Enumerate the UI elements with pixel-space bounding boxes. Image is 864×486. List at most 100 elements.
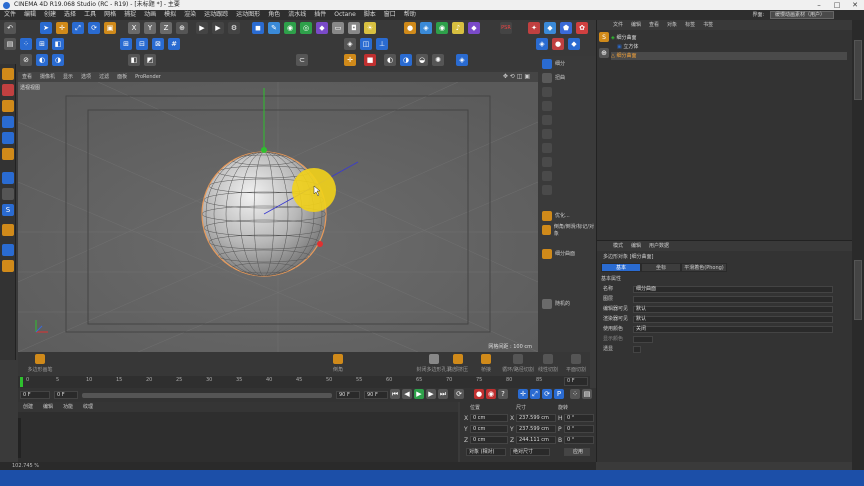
key-position-icon[interactable]: ✛ xyxy=(518,389,528,399)
cube-icon[interactable]: ◼ xyxy=(252,22,264,34)
tool-optimize[interactable]: 优化... xyxy=(542,210,594,221)
timeline-ruler[interactable]: 0 5 10 15 20 25 30 35 40 45 50 55 60 65 … xyxy=(18,376,590,388)
apply-button[interactable]: 应用 xyxy=(564,448,590,456)
layer-field[interactable] xyxy=(633,296,833,303)
deformer-icon[interactable]: ◆ xyxy=(316,22,328,34)
coord-mode-dropdown[interactable]: 对象 (相对) xyxy=(466,448,506,456)
tool-subdivision-surface[interactable]: 细分曲面 xyxy=(542,248,594,259)
plugin-red2-icon[interactable]: ● xyxy=(552,38,564,50)
quantize-icon[interactable] xyxy=(2,244,14,256)
y-axis-icon[interactable]: Y xyxy=(144,22,156,34)
vp-menu-display[interactable]: 显示 xyxy=(59,72,77,82)
goto-end-icon[interactable]: ⏭ xyxy=(438,389,448,399)
rotate-icon[interactable]: ⟳ xyxy=(88,22,100,34)
menu-animate[interactable]: 动画 xyxy=(140,10,160,20)
menu-simulate[interactable]: 模拟 xyxy=(160,10,180,20)
psr-icon[interactable]: PSR xyxy=(500,22,512,34)
close-icon[interactable]: ✕ xyxy=(846,0,864,10)
goto-start-icon[interactable]: ⏮ xyxy=(390,389,400,399)
tool-slot-7[interactable] xyxy=(542,142,594,153)
display-mode-icon[interactable]: ◑ xyxy=(400,54,412,66)
plane-cut-button[interactable]: 平面切割 xyxy=(556,354,596,374)
record-key-icon[interactable]: ● xyxy=(474,389,484,399)
menu-plugins[interactable]: 插件 xyxy=(310,10,330,20)
end-frame-field[interactable]: 90 F xyxy=(336,391,360,399)
menu-edit[interactable]: 编辑 xyxy=(20,10,40,20)
soft-selection-icon[interactable] xyxy=(2,224,14,236)
attr-menu-userdata[interactable]: 用户数据 xyxy=(645,241,673,251)
tool-twist[interactable]: 扭曲 xyxy=(542,72,594,83)
menu-motion-tracking[interactable]: 运动跟踪 xyxy=(200,10,232,20)
tool-slot-6[interactable] xyxy=(542,128,594,139)
menu-pipeline[interactable]: 流水线 xyxy=(284,10,310,20)
render-team-icon[interactable]: ◈ xyxy=(344,38,356,50)
tool-bevel-tag[interactable]: 倒角/倒滑/标记/对象 xyxy=(542,224,594,237)
octane-settings-icon[interactable]: ◈ xyxy=(420,22,432,34)
name-field[interactable]: 细分曲面 xyxy=(633,286,833,293)
render-settings-icon[interactable]: ⚙ xyxy=(228,22,240,34)
menu-snap[interactable]: 捕捉 xyxy=(120,10,140,20)
editor-visible-dropdown[interactable]: 默认 xyxy=(633,306,833,313)
enable-axis-icon[interactable] xyxy=(2,188,14,200)
size-x-field[interactable]: 237.599 cm xyxy=(516,414,556,422)
render-view-icon[interactable]: ▶ xyxy=(212,22,224,34)
loop-icon[interactable]: ⟳ xyxy=(454,389,464,399)
mat-menu-function[interactable]: 功能 xyxy=(58,402,78,412)
attr-menu-edit[interactable]: 编辑 xyxy=(627,241,645,251)
grid-icon[interactable]: # xyxy=(168,38,180,50)
tool-subdivide[interactable]: 细分 xyxy=(542,58,594,69)
tool-slot-9[interactable] xyxy=(542,170,594,181)
maximize-icon[interactable]: □ xyxy=(828,0,846,10)
menu-script[interactable]: 脚本 xyxy=(360,10,380,20)
light-icon[interactable]: ☀ xyxy=(364,22,376,34)
floor-icon[interactable]: ▭ xyxy=(332,22,344,34)
octane-light-icon[interactable]: ♪ xyxy=(452,22,464,34)
obj-menu-tags[interactable]: 标签 xyxy=(681,20,699,30)
live-select-icon[interactable]: ⊘ xyxy=(20,54,32,66)
render-region-icon[interactable]: ▶ xyxy=(196,22,208,34)
scale-icon[interactable]: ⤢ xyxy=(72,22,84,34)
lock-workplane-icon[interactable]: ◫ xyxy=(360,38,372,50)
size-z-field[interactable]: 244.111 cm xyxy=(516,436,556,444)
xray-checkbox[interactable] xyxy=(633,346,641,353)
extrude-icon[interactable]: ◩ xyxy=(144,54,156,66)
points-mode-icon[interactable]: ⁘ xyxy=(20,38,32,50)
plugin-red-icon[interactable]: ✦ xyxy=(528,22,540,34)
tool-slot-4[interactable] xyxy=(542,100,594,111)
menu-character[interactable]: 角色 xyxy=(264,10,284,20)
key-scale-icon[interactable]: ⤢ xyxy=(530,389,540,399)
undo-icon[interactable]: ↶ xyxy=(4,22,16,34)
rotation-p-field[interactable]: 0 ° xyxy=(564,425,594,433)
display-color-field[interactable] xyxy=(633,336,653,343)
position-y-field[interactable]: 0 cm xyxy=(470,425,508,433)
next-key-icon[interactable]: ▶ xyxy=(426,389,436,399)
preview-range-slider[interactable] xyxy=(82,393,332,398)
menu-mograph[interactable]: 运动图形 xyxy=(232,10,264,20)
timeline-end-field[interactable]: 0 F xyxy=(564,377,588,386)
tab-basic[interactable]: 基本 xyxy=(601,263,641,272)
record-icon[interactable]: ■ xyxy=(364,54,376,66)
subdivision-icon[interactable]: ◉ xyxy=(284,22,296,34)
polygons-mode-icon[interactable]: ◧ xyxy=(52,38,64,50)
position-x-field[interactable]: 0 cm xyxy=(470,414,508,422)
use-color-dropdown[interactable]: 关闭 xyxy=(633,326,833,333)
obj-menu-view[interactable]: 查看 xyxy=(645,20,663,30)
object-row[interactable]: ▣ 立方体 xyxy=(617,43,853,51)
obj-menu-objects[interactable]: 对象 xyxy=(663,20,681,30)
mat-menu-edit[interactable]: 编辑 xyxy=(38,402,58,412)
obj-menu-file[interactable]: 文件 xyxy=(609,20,627,30)
start-frame-field[interactable]: 0 F xyxy=(20,391,50,399)
loop-select-icon[interactable]: ◐ xyxy=(36,54,48,66)
minimize-icon[interactable]: – xyxy=(810,0,828,10)
object-row-selected[interactable]: △ 细分曲面 xyxy=(611,52,847,60)
vp-menu-filter[interactable]: 过滤 xyxy=(95,72,113,82)
position-z-field[interactable]: 0 cm xyxy=(470,436,508,444)
mat-menu-create[interactable]: 创建 xyxy=(18,402,38,412)
object-tool-s-icon[interactable]: S xyxy=(599,32,609,42)
ring-select-icon[interactable]: ◑ xyxy=(52,54,64,66)
key-pla-icon[interactable]: ⁘ xyxy=(570,389,580,399)
coord-system-icon[interactable]: ⊕ xyxy=(176,22,188,34)
sun-icon[interactable]: ✺ xyxy=(432,54,444,66)
camera-icon[interactable]: ◘ xyxy=(348,22,360,34)
magnet-icon[interactable]: ⊂ xyxy=(296,54,308,66)
